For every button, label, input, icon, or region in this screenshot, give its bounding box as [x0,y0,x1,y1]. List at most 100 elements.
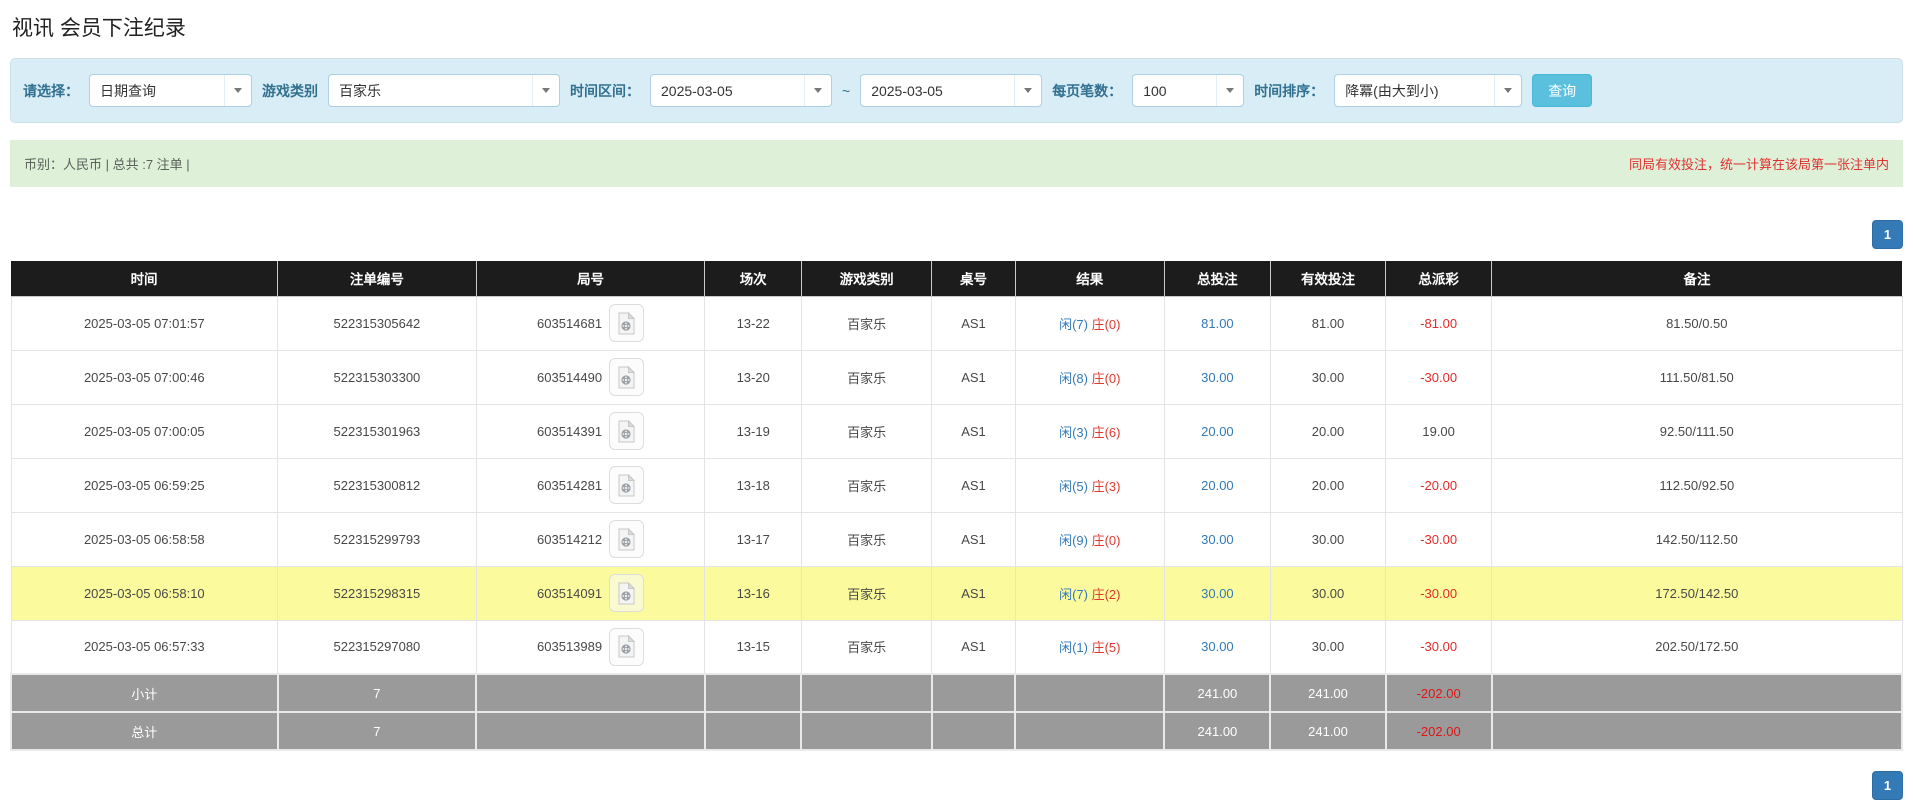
col-session: 场次 [705,261,801,296]
chevron-down-icon [224,75,251,106]
result-banker: 庄(5) [1092,640,1121,655]
result-player: 闲(7) [1059,587,1088,602]
video-replay-button[interactable] [609,466,644,504]
video-replay-button[interactable] [609,304,644,342]
result-player: 闲(7) [1059,317,1088,332]
page-size-select[interactable]: 100 [1132,74,1244,107]
remark: 142.50/112.50 [1492,512,1902,566]
session-no: 13-15 [705,620,801,674]
pagination-top: 1 [10,220,1903,249]
page-title: 视讯 会员下注纪录 [12,12,1901,42]
total-bet-link[interactable]: 20.00 [1164,404,1270,458]
table-row: 2025-03-05 06:59:25 522315300812 6035142… [11,458,1902,512]
game-type-value: 百家乐 [339,81,381,101]
query-type-select[interactable]: 日期查询 [89,74,252,107]
chevron-down-icon [1494,75,1521,106]
payout: -30.00 [1386,566,1492,620]
film-file-icon [617,420,636,443]
filter-panel: 请选择： 日期查询 游戏类别 百家乐 时间区间： 2025-03-05 ~ 20… [10,58,1903,123]
remark: 92.50/111.50 [1492,404,1902,458]
total-bet-link[interactable]: 20.00 [1164,458,1270,512]
table-no: AS1 [932,512,1015,566]
table-no: AS1 [932,458,1015,512]
subtotal-valid-bet: 241.00 [1270,674,1385,712]
session-no: 13-19 [705,404,801,458]
sort-label: 时间排序： [1254,81,1324,101]
game-type: 百家乐 [801,404,931,458]
page-1-button[interactable]: 1 [1872,771,1903,800]
valid-bet: 30.00 [1270,620,1385,674]
bet-time: 2025-03-05 06:58:10 [11,566,278,620]
subtotal-count: 7 [278,674,477,712]
col-payout: 总派彩 [1386,261,1492,296]
subtotal-total-bet: 241.00 [1164,674,1270,712]
game-type-select[interactable]: 百家乐 [328,74,560,107]
remark: 112.50/92.50 [1492,458,1902,512]
video-replay-button[interactable] [609,574,644,612]
sort-select[interactable]: 降冪(由大到小) [1334,74,1522,107]
result-player: 闲(1) [1059,640,1088,655]
table-body: 2025-03-05 07:01:57 522315305642 6035146… [11,296,1902,674]
video-replay-button[interactable] [609,412,644,450]
date-range-separator: ~ [842,83,850,99]
subtotal-row: 小计 7 241.00 241.00 -202.00 [11,674,1902,712]
result-banker: 庄(0) [1092,533,1121,548]
search-button[interactable]: 查询 [1532,74,1592,107]
query-type-label: 请选择： [23,81,79,101]
date-from-select[interactable]: 2025-03-05 [650,74,832,107]
page-1-button[interactable]: 1 [1872,220,1903,249]
total-bet-link[interactable]: 30.00 [1164,512,1270,566]
result-banker: 庄(2) [1092,587,1121,602]
table-row: 2025-03-05 07:01:57 522315305642 6035146… [11,296,1902,350]
session-no: 13-22 [705,296,801,350]
pagination-bottom: 1 [10,771,1903,800]
result-player: 闲(9) [1059,533,1088,548]
date-to-value: 2025-03-05 [871,83,943,99]
grand-total-payout: -202.00 [1386,712,1492,750]
valid-bet: 20.00 [1270,404,1385,458]
table-row: 2025-03-05 06:58:58 522315299793 6035142… [11,512,1902,566]
col-table-no: 桌号 [932,261,1015,296]
round-cell: 603514091 [476,566,705,620]
date-to-select[interactable]: 2025-03-05 [860,74,1042,107]
valid-bet: 30.00 [1270,350,1385,404]
total-bet-link[interactable]: 30.00 [1164,566,1270,620]
result-cell: 闲(8) 庄(0) [1015,350,1164,404]
film-file-icon [617,528,636,551]
bet-time: 2025-03-05 07:00:46 [11,350,278,404]
result-cell: 闲(9) 庄(0) [1015,512,1164,566]
sort-value: 降冪(由大到小) [1345,81,1438,101]
total-bet-link[interactable]: 30.00 [1164,350,1270,404]
result-player: 闲(5) [1059,479,1088,494]
col-remark: 备注 [1492,261,1902,296]
bet-id: 522315301963 [278,404,477,458]
valid-bet: 30.00 [1270,566,1385,620]
summary-left-text: 币别：人民币 | 总共 :7 注单 | [24,154,190,173]
table-no: AS1 [932,620,1015,674]
result-cell: 闲(7) 庄(2) [1015,566,1164,620]
grand-total-label: 总计 [11,712,278,750]
round-id: 603514681 [537,316,602,331]
game-type-label: 游戏类别 [262,81,318,101]
payout: -30.00 [1386,350,1492,404]
round-cell: 603514391 [476,404,705,458]
bet-time: 2025-03-05 07:01:57 [11,296,278,350]
chevron-down-icon [1216,75,1243,106]
round-id: 603514281 [537,478,602,493]
video-replay-button[interactable] [609,628,644,666]
valid-bet: 20.00 [1270,458,1385,512]
chevron-down-icon [532,75,559,106]
video-replay-button[interactable] [609,358,644,396]
bet-id: 522315299793 [278,512,477,566]
game-type: 百家乐 [801,458,931,512]
round-id: 603513989 [537,639,602,654]
game-type: 百家乐 [801,350,931,404]
page-size-label: 每页笔数： [1052,81,1122,101]
time-range-label: 时间区间： [570,81,640,101]
table-no: AS1 [932,350,1015,404]
total-bet-link[interactable]: 81.00 [1164,296,1270,350]
video-replay-button[interactable] [609,520,644,558]
result-cell: 闲(1) 庄(5) [1015,620,1164,674]
round-id: 603514212 [537,532,602,547]
total-bet-link[interactable]: 30.00 [1164,620,1270,674]
